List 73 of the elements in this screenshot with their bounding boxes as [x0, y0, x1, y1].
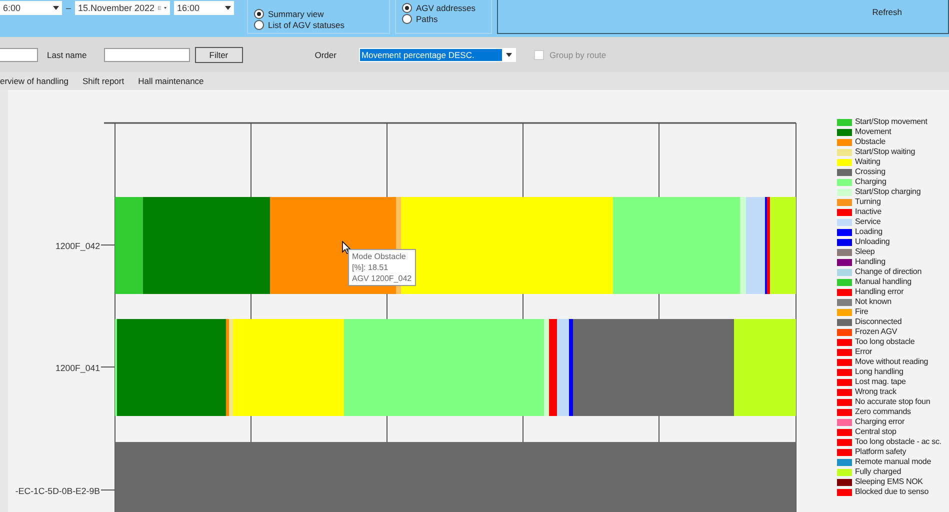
- legend-label: Too long obstacle - ac sc.: [855, 437, 942, 447]
- legend-label: Lost mag. tape: [855, 377, 907, 387]
- caret-icon: [53, 6, 59, 10]
- legend-label: Platform safety: [855, 447, 908, 457]
- legend-label: Inactive: [855, 207, 882, 217]
- radio-button[interactable]: [402, 3, 412, 13]
- last-name-field[interactable]: [104, 48, 190, 62]
- category-label: -EC-1C-5D-0B-E2-9B: [15, 486, 100, 496]
- tooltip-text: AGV 1200F_042: [352, 273, 412, 284]
- refresh-button[interactable]: Refresh: [497, 0, 949, 34]
- legend-label: Remote manual mode: [855, 457, 932, 467]
- last-name-label: Last name: [47, 50, 87, 60]
- radio-label[interactable]: AGV addresses: [416, 3, 476, 13]
- legend-label: Fire: [855, 307, 870, 317]
- range-separator: –: [66, 3, 72, 13]
- calendar-icon: [158, 4, 162, 12]
- legend-label: Start/Stop waiting: [855, 147, 916, 157]
- legend-label: Zero commands: [855, 407, 912, 417]
- category-label: 1200F_041: [55, 363, 100, 373]
- stacked-bar[interactable]: [115, 197, 796, 294]
- legend-label: Error: [855, 347, 874, 357]
- filter-button[interactable]: Filter: [194, 46, 243, 62]
- legend-label: Sleep: [855, 247, 876, 257]
- tab[interactable]: erview of handling: [0, 75, 69, 87]
- end-date-field[interactable]: 15.November 2022: [75, 1, 170, 15]
- legend-label: Start/Stop movement: [855, 117, 928, 127]
- legend-label: Service: [855, 217, 882, 227]
- legend-label: Waiting: [855, 157, 882, 167]
- legend-label: Loading: [855, 227, 884, 237]
- tab[interactable]: Shift report: [82, 75, 124, 87]
- order-label: Order: [314, 50, 336, 60]
- legend-label: Charging: [855, 177, 888, 187]
- first-name-field[interactable]: [0, 48, 38, 62]
- legend-label: Disconnected: [855, 317, 903, 327]
- radio-label[interactable]: List of AGV statuses: [268, 20, 345, 30]
- legend-label: Sleeping EMS NOK: [855, 477, 924, 487]
- legend-label: Wrong track: [855, 387, 898, 397]
- start-time-field[interactable]: 6:00: [0, 1, 62, 15]
- legend-label: Central stop: [855, 427, 898, 437]
- tooltip-text: [%]: 18.51: [352, 262, 390, 273]
- radio-label[interactable]: Paths: [416, 14, 438, 24]
- radio-button[interactable]: [254, 9, 264, 19]
- legend-label: Handling: [855, 257, 886, 267]
- legend-label: Too long obstacle: [855, 337, 916, 347]
- order-dropdown[interactable]: Movement percentage DESC.: [359, 48, 516, 62]
- legend-label: Manual handling: [855, 277, 912, 287]
- legend-label: Frozen AGV: [855, 327, 898, 337]
- legend-label: Long handling: [855, 367, 904, 377]
- legend-label: Not known: [855, 297, 892, 307]
- radio-button[interactable]: [254, 20, 264, 30]
- legend-label: Blocked due to senso: [855, 487, 930, 497]
- legend-label: Change of direction: [855, 267, 923, 277]
- legend-label: Charging error: [855, 417, 906, 427]
- legend-label: Fully charged: [855, 467, 902, 477]
- legend-label: Move without reading: [855, 357, 930, 367]
- legend-label: Obstacle: [855, 137, 886, 147]
- caret-icon: [225, 6, 232, 10]
- radio-label[interactable]: Summary view: [268, 9, 324, 19]
- caret-icon: [506, 52, 512, 56]
- tooltip-text: Mode Obstacle: [352, 251, 407, 262]
- legend-label: Crossing: [855, 167, 886, 177]
- radio-button[interactable]: [402, 14, 412, 24]
- legend-label: Handling error: [855, 287, 905, 297]
- tab[interactable]: Hall maintenance: [138, 75, 204, 87]
- legend-label: Start/Stop charging: [855, 187, 922, 197]
- caret-icon: [164, 6, 168, 10]
- legend-label: Turning: [855, 197, 882, 207]
- category-label: 1200F_042: [55, 241, 100, 251]
- legend-label: No accurate stop foun: [855, 397, 932, 407]
- end-time-field[interactable]: 16:00: [174, 1, 234, 15]
- stacked-bar[interactable]: [115, 319, 796, 416]
- legend-label: Movement: [855, 127, 892, 137]
- legend-label: Unloading: [855, 237, 891, 247]
